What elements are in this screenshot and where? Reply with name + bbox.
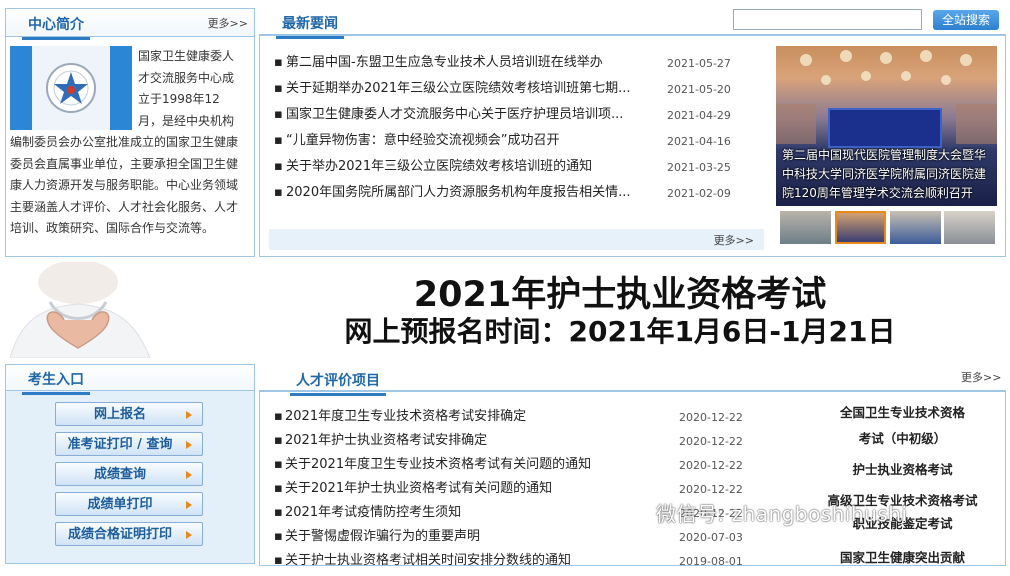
arrow-right-icon — [186, 411, 192, 419]
wechat-icon — [630, 500, 656, 526]
news-item[interactable]: ▪ 关于举办2021年三级公立医院绩效考核培训班的通知 2021-03-25 — [274, 158, 734, 184]
banner-subtitle[interactable]: 网上预报名时间：2021年1月6日-1月21日 — [300, 310, 940, 350]
arrow-right-icon — [186, 471, 192, 479]
news-footer-bar: 更多>> — [269, 229, 764, 250]
news-list: ▪ 第二届中国-东盟卫生应急专业技术人员培训班在线举办 2021-05-27 ▪ 关于… — [274, 54, 734, 210]
side-link-contribution[interactable]: 国家卫生健康突出贡献 — [800, 547, 1005, 566]
talent-list: ▪ 2021年度卫生专业技术资格考试安排确定 2020-12-22 ▪ 2021年护士… — [274, 408, 754, 576]
talent-more-link[interactable]: 更多>> — [961, 369, 1001, 385]
side-link-qualification-exam-level[interactable]: 考试（中初级） — [800, 428, 1005, 447]
talent-title: 人才评价项目 — [290, 370, 386, 396]
nurse-illustration — [0, 260, 160, 359]
news-title: 最新要闻 — [276, 13, 344, 39]
search-input[interactable] — [733, 9, 922, 30]
photo-thumbnail[interactable] — [890, 211, 941, 244]
side-link-qualification-exam[interactable]: 全国卫生专业技术资格 — [800, 402, 1005, 421]
photo-thumbnail[interactable] — [835, 211, 886, 244]
talent-item[interactable]: ▪ 2021年护士执业资格考试安排确定 2020-12-22 — [274, 432, 754, 456]
photo-caption: 第二届中国现代医院管理制度大会暨华中科技大学同济医学院附属同济医院建院120周年… — [782, 148, 987, 200]
news-item[interactable]: ▪ 关于延期举办2021年三级公立医院绩效考核培训班第七期... 2021-05-2… — [274, 80, 734, 106]
arrow-right-icon — [186, 531, 192, 539]
entrance-title: 考生入口 — [22, 369, 90, 395]
stage-screen — [828, 108, 942, 148]
score-query-button[interactable]: 成绩查询 — [55, 462, 203, 486]
news-photo[interactable]: 第二届中国现代医院管理制度大会暨华中科技大学同济医学院附属同济医院建院120周年… — [776, 46, 997, 206]
news-item[interactable]: ▪ 国家卫生健康委人才交流服务中心关于医疗护理员培训项... 2021-04-29 — [274, 106, 734, 132]
arrow-right-icon — [186, 441, 192, 449]
entrance-header: 考生入口 — [6, 365, 254, 395]
news-more-link[interactable]: 更多>> — [714, 232, 754, 248]
photo-thumbnail[interactable] — [780, 211, 831, 244]
news-item[interactable]: ▪ 第二届中国-东盟卫生应急专业技术人员培训班在线举办 2021-05-27 — [274, 54, 734, 80]
score-print-button[interactable]: 成绩单打印 — [55, 492, 203, 516]
certificate-print-button[interactable]: 成绩合格证明打印 — [55, 522, 203, 546]
online-registration-button[interactable]: 网上报名 — [55, 402, 203, 426]
talent-item[interactable]: ▪ 关于2021年度卫生专业技术资格考试有关问题的通知 2020-12-22 — [274, 456, 754, 480]
arrow-right-icon — [186, 501, 192, 509]
watermark: 微信号: zhangboshihushi — [656, 502, 908, 526]
talent-item[interactable]: ▪ 关于警惕虚假诈骗行为的重要声明 2020-07-03 — [274, 528, 754, 552]
talent-item[interactable]: ▪ 关于护士执业资格考试相关时间安排分数线的通知 2019-08-01 — [274, 552, 754, 576]
intro-header: 中心简介 更多>> — [6, 9, 254, 40]
talent-item[interactable]: ▪ 2021年度卫生专业技术资格考试安排确定 2020-12-22 — [274, 408, 754, 432]
news-item[interactable]: ▪ “儿童异物伤害：意中经验交流视频会”成功召开 2021-04-16 — [274, 132, 734, 158]
intro-more-link[interactable]: 更多>> — [208, 15, 248, 31]
side-link-nurse-exam[interactable]: 护士执业资格考试 — [800, 459, 1005, 478]
news-item[interactable]: ▪ 2020年国务院所属部门人力资源服务机构年度报告相关情... 2021-02-0… — [274, 184, 734, 210]
intro-text: 国家卫生健康委人才交流服务中心成立于1998年12月，是经中央机构编制委员会办公… — [10, 49, 239, 235]
intro-title: 中心简介 — [22, 14, 90, 40]
site-search-button[interactable]: 全站搜索 — [933, 10, 999, 30]
photo-thumbnail[interactable] — [944, 211, 995, 244]
admission-ticket-button[interactable]: 准考证打印 / 查询 — [55, 432, 203, 456]
